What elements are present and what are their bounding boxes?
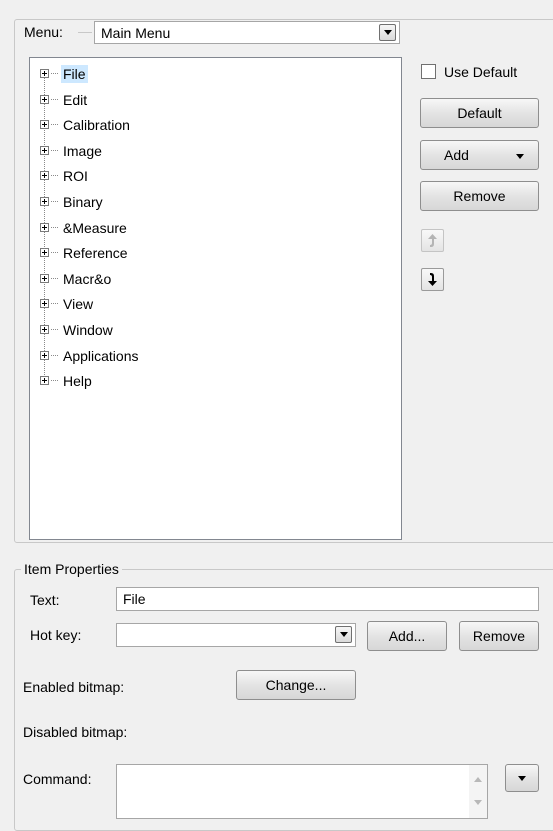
remove-button-label: Remove — [453, 188, 506, 204]
menu-group-legend: Menu: — [21, 24, 66, 40]
tree-item[interactable]: Applications — [30, 344, 330, 369]
tree-item-label: Binary — [63, 194, 103, 210]
move-up-button[interactable] — [421, 229, 444, 252]
item-properties-legend: Item Properties — [21, 561, 122, 577]
use-default-checkbox[interactable] — [421, 64, 436, 79]
tree-item[interactable]: &Measure — [30, 216, 330, 241]
tree-connector — [51, 277, 59, 279]
tree-item-label: Applications — [63, 347, 139, 364]
expand-plus-icon[interactable] — [40, 145, 49, 155]
tree-item-label: Macr&o — [63, 270, 112, 287]
expand-plus-icon[interactable] — [40, 376, 49, 386]
expand-plus-icon[interactable] — [40, 69, 49, 78]
tree-item[interactable]: Image — [30, 139, 330, 164]
default-button-label: Default — [457, 105, 502, 121]
tree-item[interactable]: Help — [30, 369, 330, 394]
tree-item[interactable]: Edit — [30, 88, 330, 113]
disabled-bitmap-label: Disabled bitmap: — [23, 724, 128, 740]
expand-plus-icon[interactable] — [40, 222, 49, 232]
menu-legend-line — [78, 32, 92, 33]
text-label: Text: — [30, 592, 60, 608]
tree-connector — [51, 73, 59, 74]
expand-plus-icon[interactable] — [40, 350, 49, 360]
tree-item-label: File — [61, 65, 88, 83]
tree-connector — [51, 354, 59, 356]
tree-item-label: View — [63, 296, 94, 313]
expand-plus-icon[interactable] — [40, 171, 49, 181]
tree-connector — [51, 124, 59, 126]
hotkey-remove-button-label: Remove — [472, 628, 526, 644]
tree-connector — [51, 329, 59, 330]
tree-item-label: &Measure — [63, 219, 127, 236]
command-scrollbar[interactable] — [469, 765, 487, 818]
menu-select[interactable]: Main Menu — [94, 21, 400, 44]
menu-select-dropdown-button[interactable] — [379, 24, 396, 41]
change-bitmap-button-label: Change... — [265, 677, 327, 693]
scroll-up-icon[interactable] — [474, 777, 482, 782]
command-label: Command: — [23, 771, 92, 787]
arrow-up-icon — [428, 234, 437, 247]
tree-connector — [51, 98, 59, 100]
add-button[interactable]: Add — [420, 140, 539, 170]
arrow-down-icon — [428, 273, 437, 286]
hotkey-select[interactable] — [116, 623, 356, 647]
hotkey-remove-button[interactable]: Remove — [459, 621, 539, 651]
tree-item[interactable]: Calibration — [30, 113, 330, 138]
tree-connector — [51, 252, 59, 254]
hotkey-label: Hot key: — [30, 627, 82, 643]
chevron-down-icon — [516, 154, 524, 159]
use-default-label[interactable]: Use Default — [444, 64, 517, 80]
add-button-label: Add — [444, 147, 469, 163]
tree-item[interactable]: File — [30, 62, 330, 87]
expand-plus-icon[interactable] — [40, 248, 49, 258]
expand-plus-icon[interactable] — [40, 273, 49, 283]
tree-connector — [51, 380, 59, 382]
hotkey-dropdown-button[interactable] — [335, 626, 352, 643]
expand-plus-icon[interactable] — [40, 197, 49, 206]
tree-item[interactable]: View — [30, 292, 330, 317]
text-field[interactable]: File — [116, 587, 539, 611]
change-bitmap-button[interactable]: Change... — [236, 670, 356, 700]
default-button[interactable]: Default — [420, 98, 539, 128]
expand-plus-icon[interactable] — [40, 299, 49, 309]
tree-connector — [51, 149, 59, 151]
tree-item-label: Calibration — [63, 117, 130, 134]
chevron-down-icon — [518, 775, 526, 781]
tree-item-label: Window — [63, 322, 113, 338]
tree-item[interactable]: Window — [30, 318, 330, 343]
tree-item[interactable]: ROI — [30, 164, 330, 189]
tree-item[interactable]: Reference — [30, 241, 330, 266]
hotkey-add-button[interactable]: Add... — [367, 621, 447, 651]
tree-connector — [51, 226, 59, 228]
move-down-button[interactable] — [421, 268, 444, 291]
hotkey-add-button-label: Add... — [388, 628, 426, 644]
enabled-bitmap-label: Enabled bitmap: — [23, 679, 125, 695]
menu-select-value: Main Menu — [101, 25, 171, 41]
expand-plus-icon[interactable] — [40, 120, 49, 130]
menu-tree[interactable]: File Edit Calibration Image ROI Binary &Measur… — [29, 57, 402, 540]
scroll-down-icon[interactable] — [474, 800, 482, 805]
tree-item[interactable]: Binary — [30, 190, 330, 215]
tree-connector — [51, 175, 59, 177]
expand-plus-icon[interactable] — [40, 94, 49, 104]
expand-plus-icon[interactable] — [40, 325, 49, 334]
tree-item-label: Reference — [63, 245, 128, 262]
chevron-down-icon — [384, 30, 392, 35]
command-dropdown-button[interactable] — [505, 764, 539, 792]
tree-item-label: Help — [63, 373, 92, 390]
remove-button[interactable]: Remove — [420, 181, 539, 211]
tree-item-label: Edit — [63, 91, 88, 108]
text-field-value: File — [123, 591, 146, 607]
tree-connector — [51, 303, 59, 305]
tree-item-label: Image — [63, 142, 102, 159]
tree-connector — [51, 201, 59, 202]
tree-item[interactable]: Macr&o — [30, 267, 330, 292]
tree-item-label: ROI — [63, 168, 88, 185]
chevron-down-icon — [340, 632, 348, 637]
command-textarea[interactable] — [116, 764, 488, 819]
